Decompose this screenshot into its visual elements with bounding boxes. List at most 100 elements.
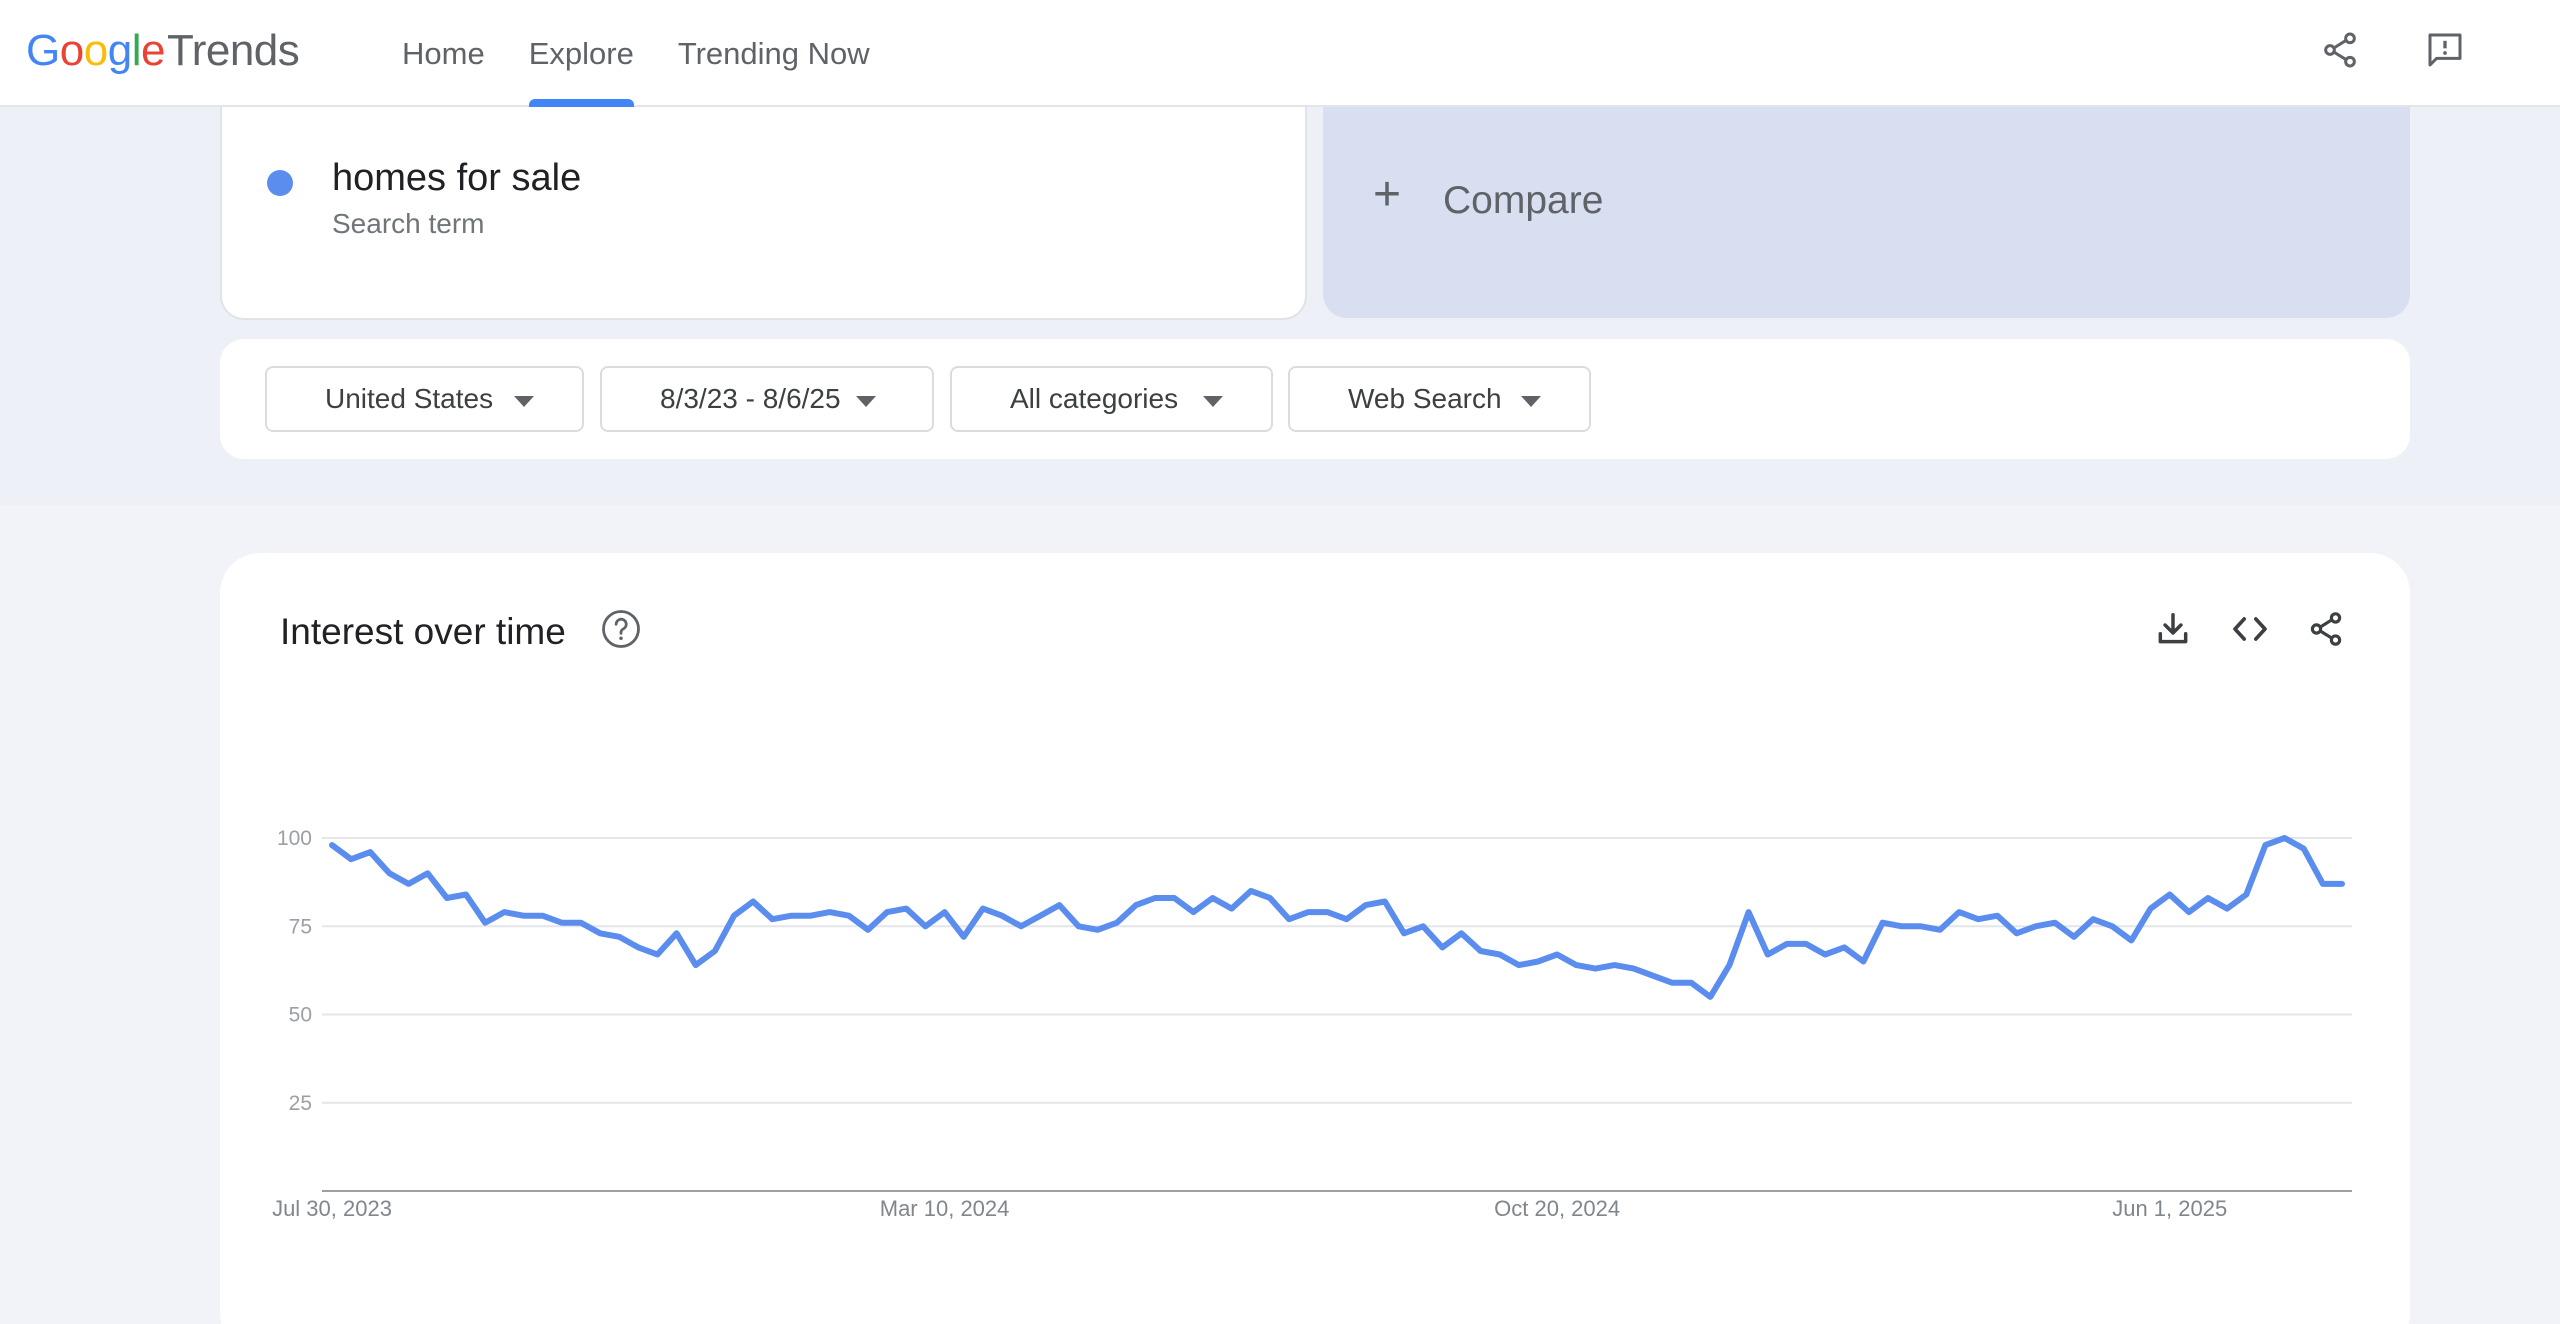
data-point[interactable] <box>2049 917 2061 929</box>
data-point[interactable] <box>1972 913 1984 925</box>
data-point[interactable] <box>1666 977 1678 989</box>
data-point[interactable] <box>939 906 951 918</box>
data-point[interactable] <box>1073 920 1085 932</box>
nav-home[interactable]: Home <box>380 0 507 107</box>
data-point[interactable] <box>1781 938 1793 950</box>
nav-explore[interactable]: Explore <box>507 0 656 107</box>
data-point[interactable] <box>805 910 817 922</box>
data-point[interactable] <box>1321 906 1333 918</box>
data-point[interactable] <box>1226 903 1238 915</box>
data-point[interactable] <box>747 896 759 908</box>
series-line-homes-for-sale[interactable] <box>329 835 2345 1000</box>
data-point[interactable] <box>1743 906 1755 918</box>
data-point[interactable] <box>1187 906 1199 918</box>
data-point[interactable] <box>977 903 989 915</box>
data-point[interactable] <box>1149 892 1161 904</box>
data-point[interactable] <box>1570 959 1582 971</box>
data-point[interactable] <box>1915 920 1927 932</box>
data-point[interactable] <box>2011 927 2023 939</box>
data-point[interactable] <box>1417 920 1429 932</box>
data-point[interactable] <box>2030 920 2042 932</box>
nav-trending-now[interactable]: Trending Now <box>656 0 892 107</box>
data-point[interactable] <box>958 931 970 943</box>
data-point[interactable] <box>1704 991 1716 1003</box>
data-point[interactable] <box>1589 963 1601 975</box>
google-trends-logo[interactable]: Go o g l e Trends <box>26 26 300 76</box>
search-type-select[interactable]: Web Search <box>1288 366 1591 432</box>
data-point[interactable] <box>1513 959 1525 971</box>
data-point[interactable] <box>900 903 912 915</box>
category-select[interactable]: All categories <box>950 366 1273 432</box>
data-point[interactable] <box>1264 892 1276 904</box>
data-point[interactable] <box>345 853 357 865</box>
data-point[interactable] <box>1475 945 1487 957</box>
data-point[interactable] <box>383 867 395 879</box>
data-point[interactable] <box>2068 931 2080 943</box>
data-point[interactable] <box>537 910 549 922</box>
data-point[interactable] <box>575 917 587 929</box>
data-point[interactable] <box>2183 906 2195 918</box>
data-point[interactable] <box>709 945 721 957</box>
data-point[interactable] <box>2317 878 2329 890</box>
data-point[interactable] <box>2202 892 2214 904</box>
data-point[interactable] <box>1015 920 1027 932</box>
search-term-card[interactable]: homes for sale Search term <box>220 107 1307 320</box>
data-point[interactable] <box>785 910 797 922</box>
data-point[interactable] <box>690 959 702 971</box>
interest-over-time-chart[interactable]: 25 50 75 100 Jul 30, 2023 Mar 10, 2024 Oct 20,… <box>220 553 2410 1324</box>
share-icon[interactable] <box>2312 22 2368 78</box>
data-point[interactable] <box>1092 924 1104 936</box>
data-point[interactable] <box>2164 889 2176 901</box>
data-point[interactable] <box>2221 903 2233 915</box>
data-point[interactable] <box>728 910 740 922</box>
data-point[interactable] <box>613 931 625 943</box>
feedback-icon[interactable] <box>2417 22 2473 78</box>
data-point[interactable] <box>1532 956 1544 968</box>
data-point[interactable] <box>326 839 338 851</box>
search-term-name[interactable]: homes for sale <box>332 157 581 200</box>
data-point[interactable] <box>1723 959 1735 971</box>
data-point[interactable] <box>862 924 874 936</box>
data-point[interactable] <box>1034 910 1046 922</box>
data-point[interactable] <box>1494 949 1506 961</box>
data-point[interactable] <box>1455 927 1467 939</box>
data-point[interactable] <box>2125 934 2137 946</box>
data-point[interactable] <box>517 910 529 922</box>
data-point[interactable] <box>498 906 510 918</box>
data-point[interactable] <box>1341 913 1353 925</box>
region-select[interactable]: United States <box>265 366 584 432</box>
data-point[interactable] <box>1685 977 1697 989</box>
data-point[interactable] <box>403 878 415 890</box>
data-point[interactable] <box>1379 896 1391 908</box>
data-point[interactable] <box>766 913 778 925</box>
data-point[interactable] <box>1130 899 1142 911</box>
data-point[interactable] <box>1436 941 1448 953</box>
data-point[interactable] <box>364 846 376 858</box>
data-point[interactable] <box>1762 949 1774 961</box>
data-point[interactable] <box>460 889 472 901</box>
data-point[interactable] <box>422 867 434 879</box>
data-point[interactable] <box>1838 941 1850 953</box>
data-point[interactable] <box>671 927 683 939</box>
compare-button[interactable]: + Compare <box>1323 107 2410 318</box>
data-point[interactable] <box>881 906 893 918</box>
data-point[interactable] <box>1111 917 1123 929</box>
data-point[interactable] <box>1609 959 1621 971</box>
data-point[interactable] <box>1053 899 1065 911</box>
data-point[interactable] <box>1800 938 1812 950</box>
data-point[interactable] <box>2145 903 2157 915</box>
data-point[interactable] <box>556 917 568 929</box>
data-point[interactable] <box>1819 949 1831 961</box>
data-point[interactable] <box>1628 963 1640 975</box>
data-point[interactable] <box>1245 885 1257 897</box>
data-point[interactable] <box>1283 913 1295 925</box>
data-point[interactable] <box>2336 878 2348 890</box>
data-point[interactable] <box>632 941 644 953</box>
data-point[interactable] <box>1857 956 1869 968</box>
data-point[interactable] <box>2106 920 2118 932</box>
data-point[interactable] <box>441 892 453 904</box>
data-point[interactable] <box>1991 910 2003 922</box>
data-point[interactable] <box>594 927 606 939</box>
data-point[interactable] <box>651 949 663 961</box>
data-point[interactable] <box>919 920 931 932</box>
